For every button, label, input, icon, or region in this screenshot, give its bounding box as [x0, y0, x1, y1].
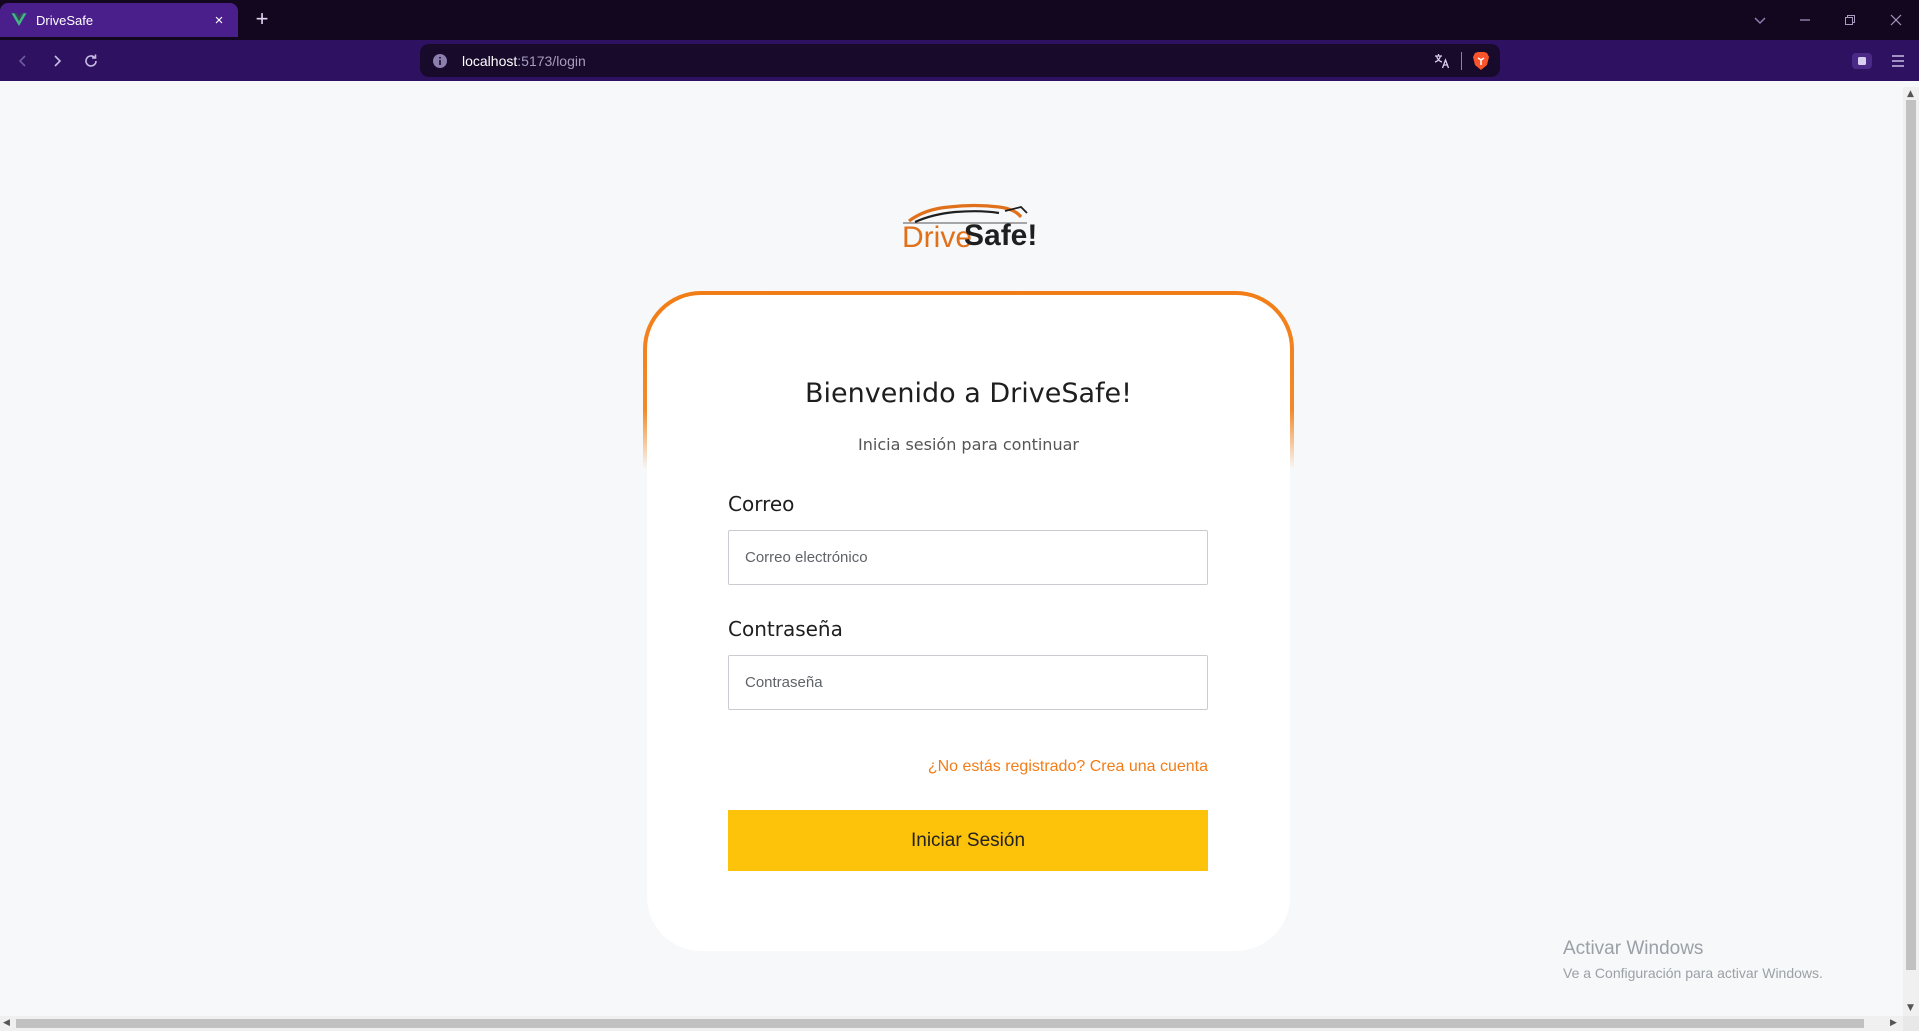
back-icon[interactable] [10, 48, 36, 74]
drivesafe-logo: Drive Safe! [902, 203, 1035, 254]
logo-safe-text: Safe! [964, 219, 1035, 252]
site-info-icon[interactable] [432, 53, 448, 69]
url-divider [1461, 52, 1462, 70]
login-button[interactable]: Iniciar Sesión [728, 810, 1208, 871]
password-label: Contraseña [728, 617, 843, 641]
url-path: :5173/login [517, 52, 586, 69]
tab-title: DriveSafe [36, 12, 94, 28]
wallet-icon[interactable] [1848, 48, 1876, 74]
page-title: Bienvenido a DriveSafe! [805, 378, 1132, 409]
scroll-left-icon[interactable]: ◀ [3, 1018, 10, 1028]
scroll-down-icon[interactable]: ▼ [1907, 1003, 1914, 1013]
page-subtitle: Inicia sesión para continuar [858, 435, 1079, 454]
brave-shields-icon[interactable] [1472, 51, 1490, 71]
minimize-icon[interactable] [1791, 8, 1819, 32]
menu-icon[interactable] [1884, 48, 1912, 74]
close-window-icon[interactable] [1882, 8, 1910, 32]
browser-toolbar: localhost:5173/login [0, 40, 1919, 81]
email-label: Correo [728, 492, 795, 516]
login-card: Bienvenido a DriveSafe! Inicia sesión pa… [647, 295, 1290, 951]
vertical-scroll-thumb[interactable] [1906, 100, 1916, 970]
scroll-right-icon[interactable]: ▶ [1890, 1018, 1897, 1028]
forward-icon[interactable] [44, 48, 70, 74]
reload-icon[interactable] [78, 48, 104, 74]
new-tab-button[interactable]: + [250, 8, 274, 32]
tab-search-chevron-icon[interactable] [1746, 8, 1774, 32]
register-link[interactable]: ¿No estás registrado? Crea una cuenta [728, 758, 1208, 776]
browser-tab-strip: DriveSafe × + [0, 0, 1919, 40]
windows-activation-title: Activar Windows [1563, 938, 1704, 959]
logo-drive-text: Drive [902, 221, 972, 254]
scrollbar-corner [1903, 1016, 1919, 1031]
horizontal-scrollbar[interactable]: ◀ ▶ [0, 1016, 1903, 1031]
translate-icon[interactable] [1433, 52, 1451, 70]
restore-icon[interactable] [1836, 8, 1864, 32]
password-field[interactable] [728, 655, 1208, 710]
url-host: localhost [462, 52, 518, 69]
tab-close-icon[interactable]: × [210, 12, 228, 29]
vertical-scrollbar[interactable]: ▲ ▼ [1903, 87, 1919, 1016]
email-field[interactable] [728, 530, 1208, 585]
horizontal-scroll-thumb[interactable] [16, 1019, 1864, 1028]
scroll-up-icon[interactable]: ▲ [1907, 89, 1914, 99]
vue-logo-icon [11, 13, 27, 26]
browser-tab[interactable]: DriveSafe × [0, 3, 238, 37]
address-bar[interactable]: localhost:5173/login [420, 44, 1500, 77]
windows-activation-subtitle: Ve a Configuración para activar Windows. [1563, 965, 1823, 981]
